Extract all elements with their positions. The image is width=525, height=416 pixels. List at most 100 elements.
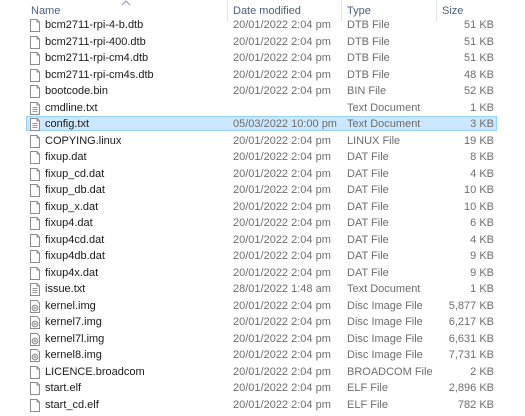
- file-row[interactable]: issue.txt 28/01/2022 1:48 am Text Document…: [0, 281, 525, 298]
- file-row[interactable]: bootcode.bin 20/01/2022 2:04 pm BIN File 52…: [0, 83, 525, 100]
- file-row[interactable]: bcm2711-rpi-cm4s.dtb 20/01/2022 2:04 pm DT…: [0, 67, 525, 84]
- file-row[interactable]: fixup_x.dat 20/01/2022 2:04 pm DAT File 10 …: [0, 199, 525, 216]
- file-row[interactable]: kernel7l.img 20/01/2022 2:04 pm Disc Image…: [0, 331, 525, 348]
- blank-file-icon: [29, 52, 41, 65]
- file-name: bootcode.bin: [45, 85, 108, 97]
- blank-file-icon: [29, 250, 41, 263]
- file-name: fixup.dat: [45, 151, 87, 163]
- file-date-modified: 20/01/2022 2:04 pm: [233, 35, 331, 48]
- file-name: bcm2711-rpi-400.dtb: [45, 35, 146, 48]
- file-row[interactable]: fixup_db.dat 20/01/2022 2:04 pm DAT File 10…: [0, 182, 525, 199]
- file-type: Text Document: [347, 118, 421, 130]
- file-size: 6,631 KB: [448, 332, 494, 345]
- file-list: bcm2711-rpi-4-b.dtb 20/01/2022 2:04 pm DTB…: [0, 17, 525, 413]
- file-row[interactable]: bcm2711-rpi-4-b.dtb 20/01/2022 2:04 pm DTB…: [0, 17, 525, 34]
- blank-file-icon: [29, 398, 41, 412]
- file-type: DAT File: [347, 266, 389, 279]
- file-size: 3 KB: [470, 118, 494, 130]
- file-date-modified: 20/01/2022 2:04 pm: [233, 151, 331, 163]
- file-size: 2 KB: [470, 365, 494, 378]
- blank-file-icon: [29, 19, 41, 32]
- file-row[interactable]: config.txt 05/03/2022 10:00 pm Text Docume…: [0, 116, 525, 133]
- file-row[interactable]: LICENCE.broadcom 20/01/2022 2:04 pm BROADC…: [0, 364, 525, 381]
- file-row[interactable]: fixup4cd.dat 20/01/2022 2:04 pm DAT File 4 …: [0, 232, 525, 249]
- file-row[interactable]: COPYING.linux 20/01/2022 2:04 pm LINUX Fil…: [0, 133, 525, 150]
- blank-file-icon: [29, 151, 41, 164]
- file-explorer-details-view: Name Date modified Type Size bcm2711-rpi…: [0, 0, 525, 416]
- file-row[interactable]: kernel8.img 20/01/2022 2:04 pm Disc Image …: [0, 347, 525, 364]
- file-name: issue.txt: [45, 283, 86, 295]
- file-name: bcm2711-rpi-4-b.dtb: [45, 19, 144, 31]
- file-size: 4 KB: [470, 167, 494, 180]
- file-date-modified: 20/01/2022 2:04 pm: [233, 365, 331, 378]
- file-row[interactable]: start.elf 20/01/2022 2:04 pm ELF File 2,896…: [0, 380, 525, 397]
- file-date-modified: 20/01/2022 2:04 pm: [233, 349, 331, 361]
- file-name: LICENCE.broadcom: [45, 365, 145, 378]
- file-type: Disc Image File: [347, 332, 423, 345]
- file-date-modified: 20/01/2022 2:04 pm: [233, 68, 331, 81]
- file-name: start_cd.elf: [45, 398, 99, 411]
- file-date-modified: 20/01/2022 2:04 pm: [233, 19, 331, 31]
- file-type: Disc Image File: [347, 316, 423, 328]
- file-name: bcm2711-rpi-cm4.dtb: [45, 52, 149, 64]
- file-date-modified: 20/01/2022 2:04 pm: [233, 233, 331, 246]
- file-type: DTB File: [347, 19, 390, 31]
- file-name: kernel7.img: [45, 316, 102, 328]
- disc-image-icon: [29, 332, 41, 346]
- file-row[interactable]: bcm2711-rpi-400.dtb 20/01/2022 2:04 pm DTB…: [0, 34, 525, 51]
- file-type: DAT File: [347, 151, 389, 163]
- blank-file-icon: [29, 184, 41, 197]
- file-date-modified: 20/01/2022 2:04 pm: [233, 167, 331, 180]
- file-size: 9 KB: [470, 266, 494, 279]
- file-size: 4 KB: [470, 233, 494, 246]
- blank-file-icon: [29, 68, 41, 82]
- file-row[interactable]: kernel.img 20/01/2022 2:04 pm Disc Image F…: [0, 298, 525, 315]
- file-name: kernel.img: [45, 299, 96, 312]
- file-type: ELF File: [347, 398, 388, 411]
- file-name: fixup4db.dat: [45, 250, 105, 262]
- blank-file-icon: [29, 35, 41, 49]
- file-size: 10 KB: [464, 184, 494, 196]
- blank-file-icon: [29, 134, 41, 148]
- file-name: bcm2711-rpi-cm4s.dtb: [45, 68, 154, 81]
- file-size: 19 KB: [464, 134, 494, 147]
- file-row[interactable]: kernel7.img 20/01/2022 2:04 pm Disc Image …: [0, 314, 525, 331]
- file-row[interactable]: fixup4.dat 20/01/2022 2:04 pm DAT File 6 KB: [0, 215, 525, 232]
- file-date-modified: 20/01/2022 2:04 pm: [233, 398, 331, 411]
- file-date-modified: 28/01/2022 1:48 am: [233, 283, 331, 295]
- file-type: BROADCOM File: [347, 365, 433, 378]
- blank-file-icon: [29, 200, 41, 214]
- file-date-modified: 20/01/2022 2:04 pm: [233, 52, 331, 64]
- file-type: DAT File: [347, 233, 389, 246]
- file-name: fixup4.dat: [45, 217, 93, 229]
- file-date-modified: 20/01/2022 2:04 pm: [233, 217, 331, 229]
- file-date-modified: 20/01/2022 2:04 pm: [233, 85, 331, 97]
- file-row[interactable]: bcm2711-rpi-cm4.dtb 20/01/2022 2:04 pm DTB…: [0, 50, 525, 67]
- file-name: fixup_cd.dat: [45, 167, 105, 180]
- file-type: DTB File: [347, 68, 390, 81]
- file-row[interactable]: fixup.dat 20/01/2022 2:04 pm DAT File 8 KB: [0, 149, 525, 166]
- file-name: fixup4cd.dat: [45, 233, 105, 246]
- file-row[interactable]: cmdline.txt Text Document 1 KB: [0, 100, 525, 117]
- disc-image-icon: [29, 349, 41, 362]
- file-size: 1 KB: [470, 283, 494, 295]
- file-row[interactable]: fixup4db.dat 20/01/2022 2:04 pm DAT File 9 …: [0, 248, 525, 265]
- file-type: DTB File: [347, 35, 390, 48]
- blank-file-icon: [29, 217, 41, 230]
- blank-file-icon: [29, 85, 41, 98]
- file-name: fixup_x.dat: [45, 200, 99, 213]
- file-type: DAT File: [347, 200, 389, 213]
- sort-ascending-icon: [121, 0, 131, 6]
- file-type: DAT File: [347, 167, 389, 180]
- file-type: ELF File: [347, 382, 388, 394]
- file-size: 52 KB: [464, 85, 494, 97]
- file-type: BIN File: [347, 85, 387, 97]
- file-row[interactable]: fixup4x.dat 20/01/2022 2:04 pm DAT File 9 K…: [0, 265, 525, 282]
- file-row[interactable]: fixup_cd.dat 20/01/2022 2:04 pm DAT File 4 …: [0, 166, 525, 183]
- file-row[interactable]: start_cd.elf 20/01/2022 2:04 pm ELF File 78…: [0, 397, 525, 414]
- file-name: start.elf: [45, 382, 82, 394]
- file-name: kernel8.img: [45, 349, 102, 361]
- file-size: 2,896 KB: [448, 382, 494, 394]
- disc-image-icon: [29, 299, 41, 313]
- file-size: 5,877 KB: [448, 299, 494, 312]
